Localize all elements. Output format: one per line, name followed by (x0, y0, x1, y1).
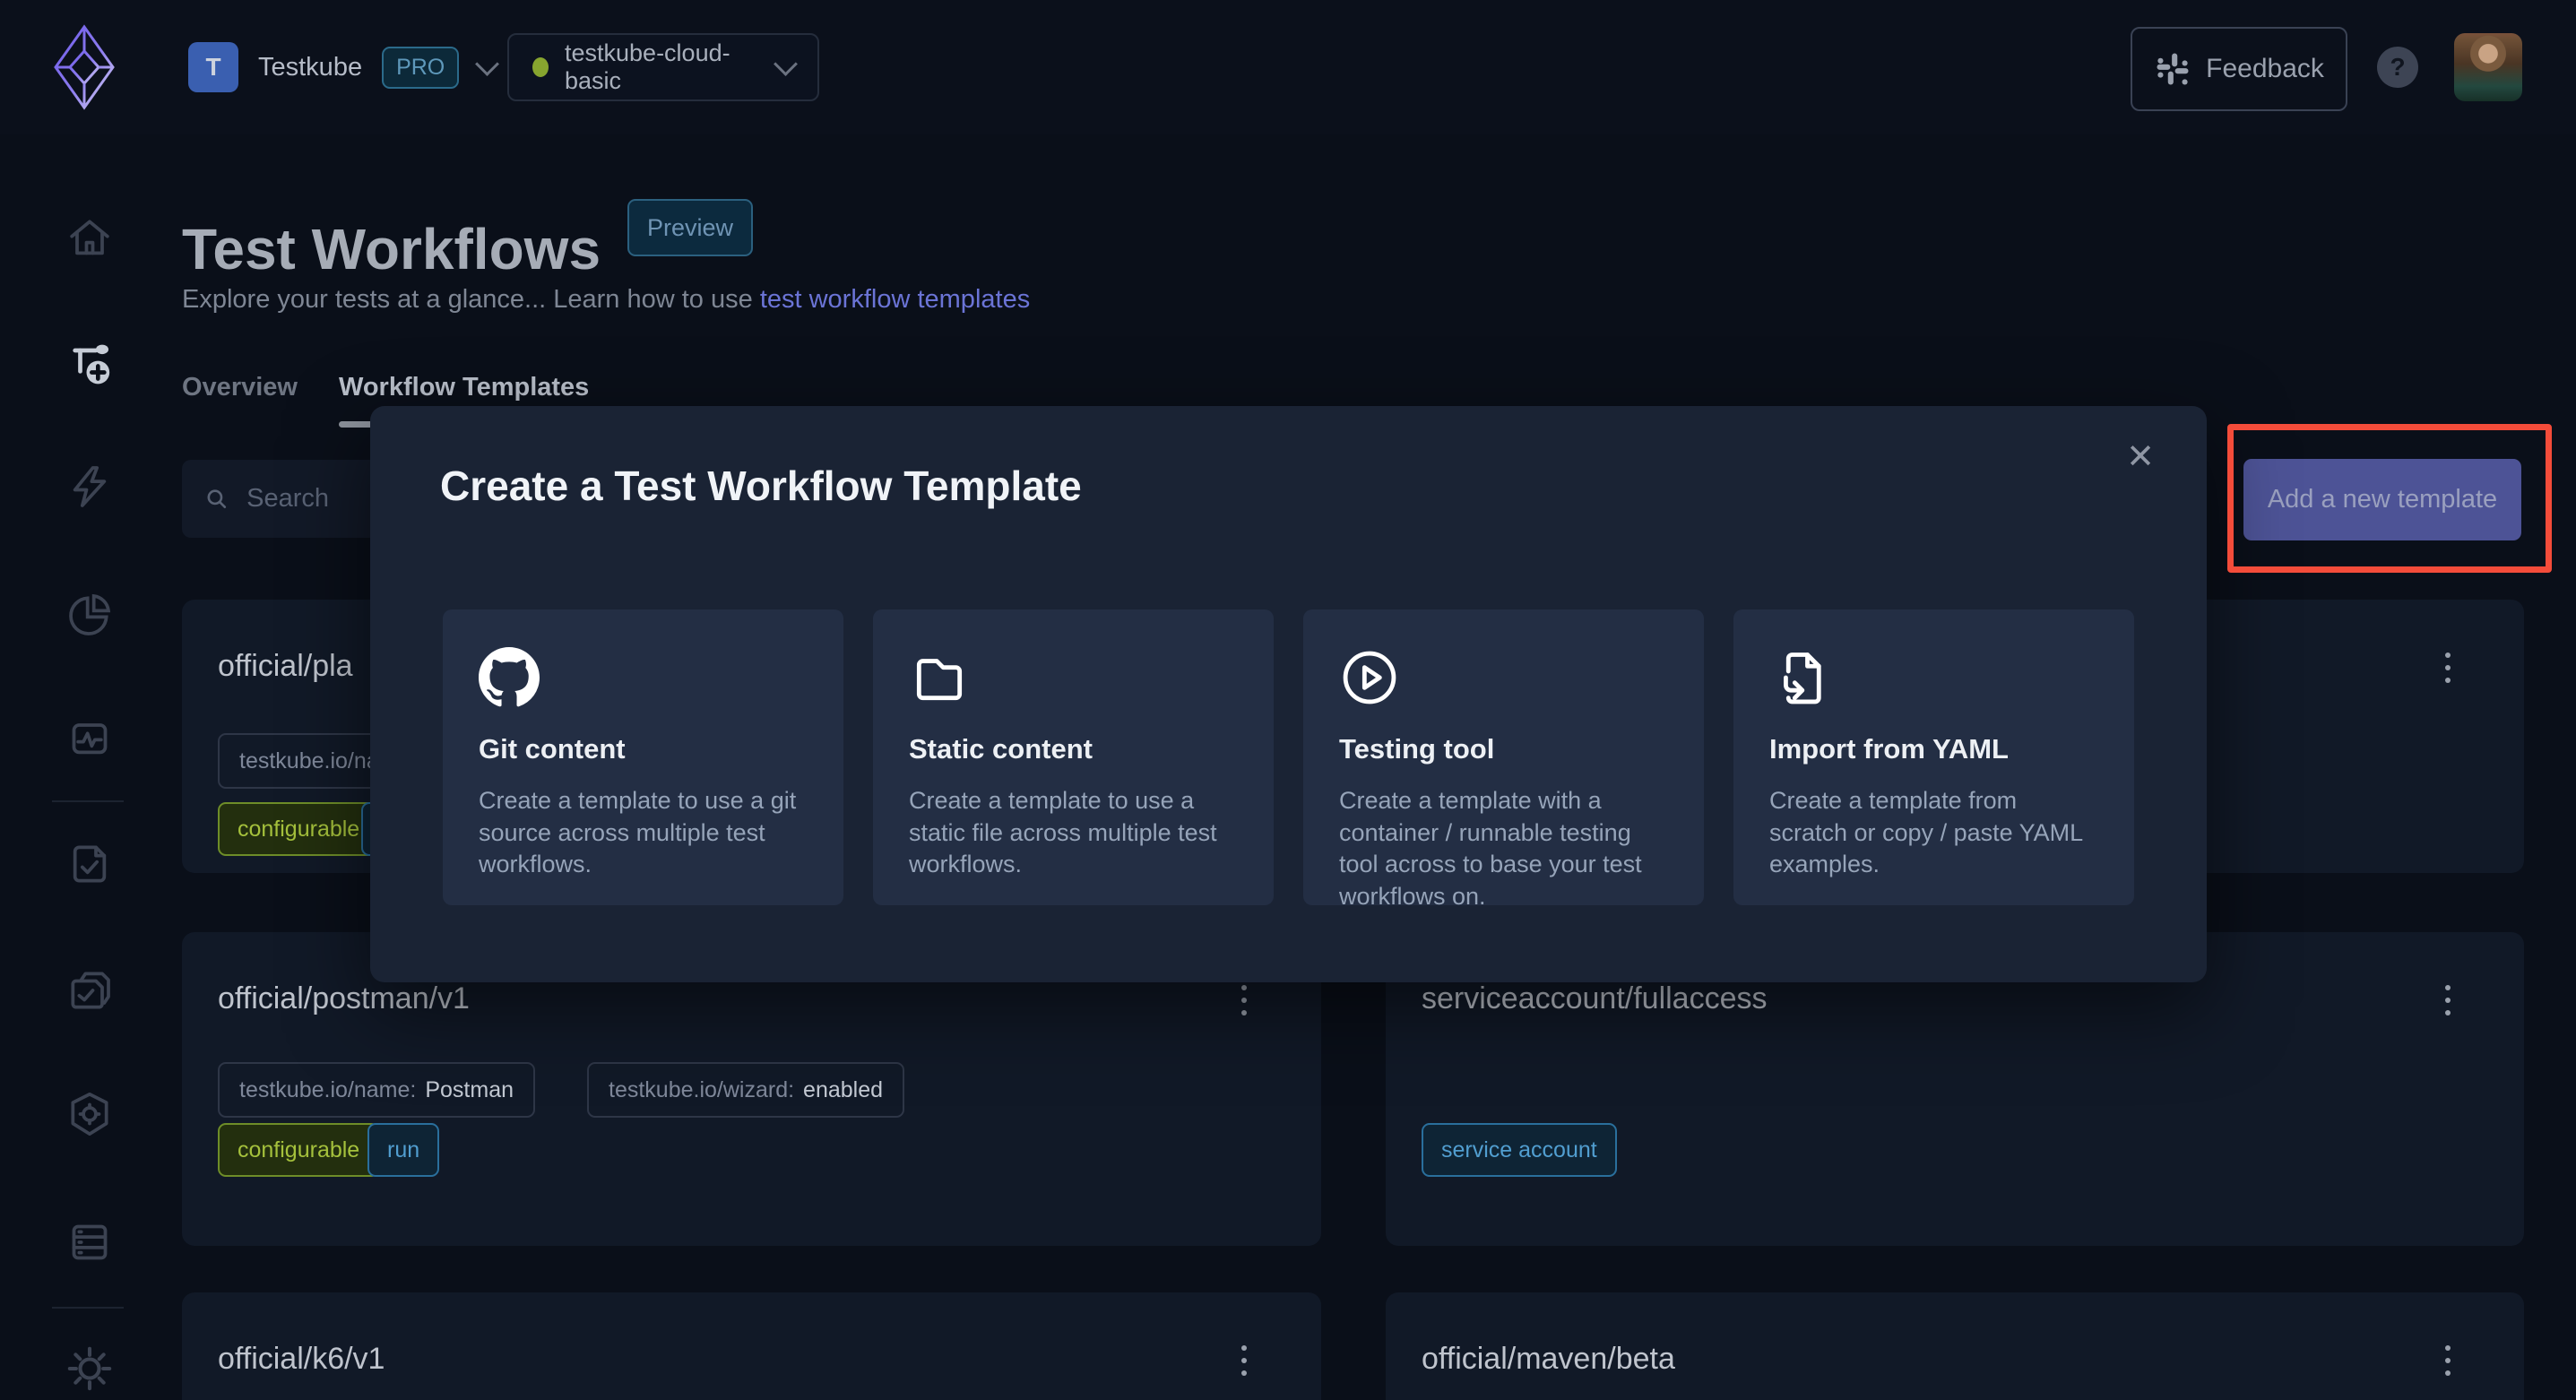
environment-name: testkube-cloud-basic (565, 39, 761, 95)
modal-title: Create a Test Workflow Template (440, 462, 1082, 510)
sidebar-item-executors[interactable] (65, 1089, 115, 1139)
tab-overview[interactable]: Overview (182, 373, 298, 402)
subtitle-text: Explore your tests at a glance... Learn … (182, 285, 760, 314)
status-dot-icon (532, 57, 549, 77)
kebab-menu-button[interactable] (2430, 1335, 2466, 1386)
tab-workflow-templates[interactable]: Workflow Templates (339, 373, 589, 402)
play-circle-icon (1339, 647, 1400, 708)
badge-service-account: service account (1422, 1123, 1617, 1177)
kebab-menu-button[interactable] (2430, 643, 2466, 693)
sidebar-divider (52, 1307, 124, 1309)
template-name: official/pla (218, 649, 353, 684)
template-name: official/postman/v1 (218, 981, 470, 1016)
top-bar: T Testkube PRO testkube-cloud-basic (0, 0, 2576, 134)
home-icon (65, 213, 115, 264)
sidebar-item-insights[interactable] (65, 590, 115, 640)
option-description: Create a template from scratch or copy /… (1769, 785, 2098, 881)
slack-icon (2154, 50, 2191, 88)
settings-gear-icon (65, 1344, 115, 1394)
plan-badge: PRO (382, 47, 459, 89)
monitor-pulse-icon (65, 713, 115, 763)
triggers-lightning-icon (65, 462, 115, 512)
option-testing-tool[interactable]: Testing tool Create a template with a co… (1303, 609, 1704, 905)
environment-select[interactable]: testkube-cloud-basic (507, 33, 819, 101)
sources-server-icon (65, 1217, 115, 1267)
option-title: Static content (909, 733, 1238, 765)
github-icon (479, 647, 540, 708)
org-switcher[interactable]: T Testkube PRO (188, 42, 496, 92)
sidebar-item-sources[interactable] (65, 1217, 115, 1267)
folder-icon (909, 647, 970, 708)
sidebar-divider (52, 800, 124, 802)
add-test-workflow-icon (65, 338, 115, 388)
sidebar-item-test-suites[interactable] (65, 965, 115, 1015)
user-avatar[interactable] (2454, 33, 2522, 101)
option-static-content[interactable]: Static content Create a template to use … (873, 609, 1274, 905)
annotation-highlight-box (2227, 424, 2552, 573)
testkube-app: T Testkube PRO testkube-cloud-basic (0, 0, 2576, 1400)
kebab-menu-button[interactable] (1226, 1335, 1262, 1386)
test-suites-stack-icon (65, 965, 115, 1015)
page-title: Test Workflows (182, 216, 601, 282)
option-title: Testing tool (1339, 733, 1668, 765)
sidebar-item-tests[interactable] (65, 839, 115, 889)
template-name: official/maven/beta (1422, 1342, 1675, 1377)
sidebar-item-monitors[interactable] (65, 713, 115, 763)
option-title: Git content (479, 733, 808, 765)
testkube-logo-icon[interactable] (52, 23, 117, 111)
sidebar-item-home[interactable] (65, 213, 115, 264)
sidebar-item-settings[interactable] (65, 1344, 115, 1394)
page-subtitle: Explore your tests at a glance... Learn … (182, 285, 1030, 315)
template-card[interactable]: official/maven/beta (1386, 1292, 2524, 1400)
label-chip: testkube.io/wizard: enabled (587, 1062, 904, 1118)
template-name: serviceaccount/fullaccess (1422, 981, 1768, 1016)
template-name: official/k6/v1 (218, 1342, 385, 1377)
org-name: Testkube (258, 53, 362, 82)
sidebar-item-triggers[interactable] (65, 462, 115, 512)
chevron-down-icon (774, 52, 798, 76)
sidebar-item-test-workflows[interactable] (65, 338, 115, 388)
feedback-label: Feedback (2206, 54, 2324, 84)
insights-pie-icon (65, 590, 115, 640)
template-card[interactable]: official/k6/v1 (182, 1292, 1321, 1400)
badge-run: run (367, 1123, 439, 1177)
tests-document-icon (65, 839, 115, 889)
option-description: Create a template to use a git source ac… (479, 785, 808, 881)
create-template-modal: Create a Test Workflow Template ✕ Git co… (370, 406, 2207, 982)
question-mark-icon: ? (2390, 53, 2405, 82)
badge-configurable: configurable (218, 1123, 379, 1177)
option-git-content[interactable]: Git content Create a template to use a g… (443, 609, 843, 905)
feedback-button[interactable]: Feedback (2131, 27, 2347, 111)
chevron-down-icon (475, 52, 499, 76)
option-import-yaml[interactable]: Import from YAML Create a template from … (1733, 609, 2134, 905)
preview-badge: Preview (627, 199, 753, 256)
kebab-menu-button[interactable] (2430, 975, 2466, 1025)
executors-shield-icon (65, 1089, 115, 1139)
org-avatar: T (188, 42, 238, 92)
option-description: Create a template with a container / run… (1339, 785, 1668, 913)
templates-docs-link[interactable]: test workflow templates (760, 285, 1030, 314)
badge-configurable: configurable (218, 802, 379, 856)
yaml-import-icon (1769, 647, 1830, 708)
close-icon[interactable]: ✕ (2126, 440, 2155, 474)
help-button[interactable]: ? (2377, 47, 2418, 88)
search-icon (205, 486, 229, 513)
label-chip: testkube.io/name: Postman (218, 1062, 535, 1118)
option-title: Import from YAML (1769, 733, 2098, 765)
option-description: Create a template to use a static file a… (909, 785, 1238, 881)
kebab-menu-button[interactable] (1226, 975, 1262, 1025)
